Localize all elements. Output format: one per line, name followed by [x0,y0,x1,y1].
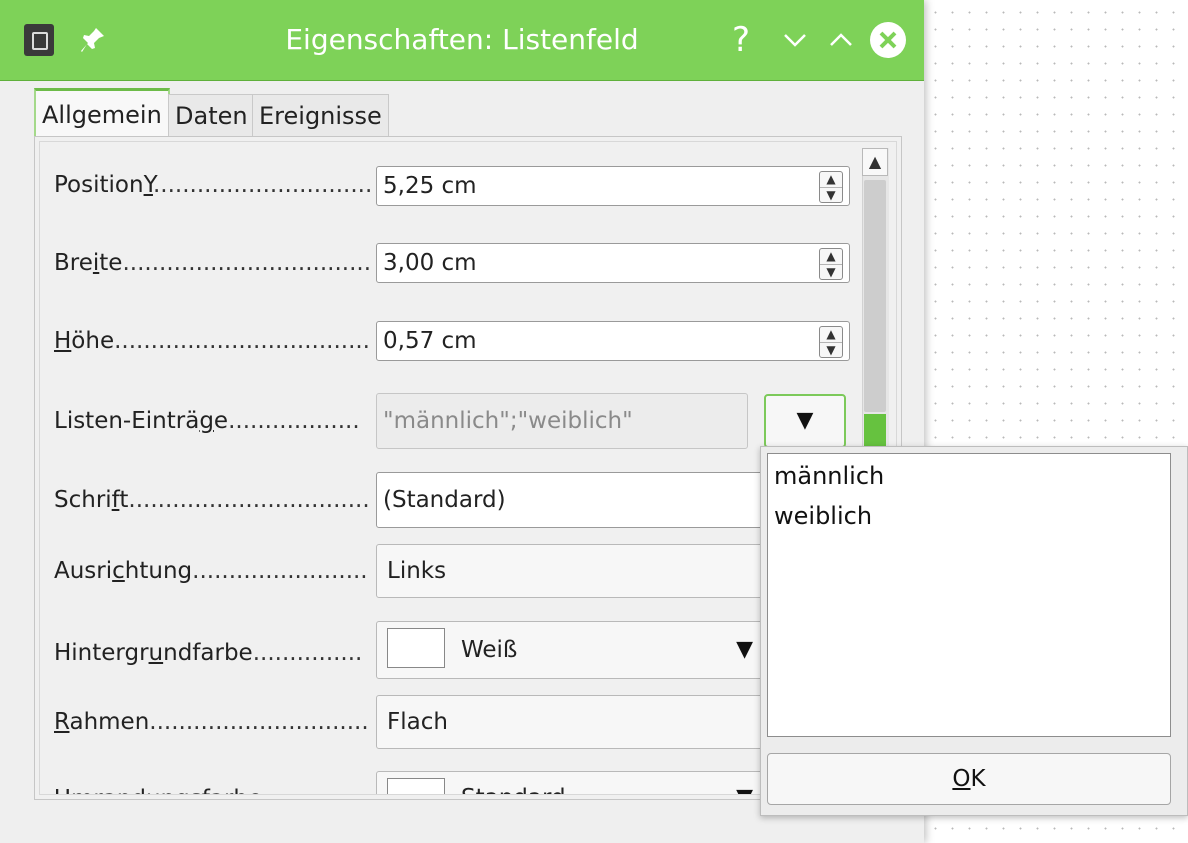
scrollbar-thumb[interactable] [864,180,886,412]
hoehe-label: Höhe....................................… [54,328,370,354]
maximize-icon[interactable] [824,20,858,60]
position-y-label: PositionY............................... [54,172,370,198]
color-swatch [387,778,445,794]
list-entry: weiblich [774,502,873,530]
list-entries-textarea[interactable]: männlich weiblich [767,453,1171,737]
breite-stepper[interactable]: ▲ ▼ [819,248,843,280]
listen-eintraege-field: "männlich";"weiblich" [376,393,748,449]
list-entry: männlich [774,462,885,490]
breite-label: Breite..................................… [54,250,370,276]
breite-value: 3,00 cm [383,250,477,276]
tab-allgemein[interactable]: Allgemein [34,88,170,139]
scroll-up-icon[interactable]: ▲ [862,148,888,176]
color-swatch [387,628,445,668]
listen-eintraege-dropdown-button[interactable]: ▼ [764,394,846,448]
position-y-stepper[interactable]: ▲ ▼ [819,171,843,203]
umrandungsfarbe-value: Standard [461,772,566,794]
hoehe-value: 0,57 cm [383,328,477,354]
breite-field[interactable]: 3,00 cm ▲ ▼ [376,243,850,283]
help-button[interactable]: ? [726,20,756,60]
listen-eintraege-label: Listen-Einträge.................. [54,408,360,434]
dropdown-arrow-icon: ▼ [736,772,753,794]
umrandungsfarbe-select[interactable]: Standard ▼ [376,771,766,794]
title-bar[interactable]: Eigenschaften: Listenfeld ? [0,0,924,81]
rahmen-label: Rahmen..................................… [54,709,370,735]
hoehe-field[interactable]: 0,57 cm ▲ ▼ [376,321,850,361]
stepper-up-icon[interactable]: ▲ [820,172,842,187]
schrift-label: Schrift.................................… [54,487,370,513]
stepper-up-icon[interactable]: ▲ [820,327,842,342]
hintergrundfarbe-value: Weiß [461,637,518,663]
position-y-value: 5,25 cm [383,173,477,199]
tab-daten[interactable]: Daten [168,94,255,137]
hintergrundfarbe-label: Hintergrundfarbe............... [54,640,363,666]
dropdown-arrow-icon: ▼ [796,408,814,433]
position-y-field[interactable]: 5,25 cm ▲ ▼ [376,166,850,206]
stepper-down-icon[interactable]: ▼ [820,187,842,203]
ok-button[interactable]: OK [767,753,1171,805]
list-entries-popup: männlich weiblich OK [760,446,1188,816]
hoehe-stepper[interactable]: ▲ ▼ [819,326,843,358]
stepper-down-icon[interactable]: ▼ [820,264,842,280]
stepper-down-icon[interactable]: ▼ [820,342,842,358]
dropdown-arrow-icon: ▼ [736,637,753,662]
close-icon[interactable] [870,22,906,58]
ausrichtung-label: Ausrichtung........................... [54,558,370,584]
minimize-icon[interactable] [778,20,812,60]
hintergrundfarbe-select[interactable]: Weiß ▼ [376,621,766,679]
umrandungsfarbe-label: Umrandungsfarbe [54,786,370,794]
stepper-up-icon[interactable]: ▲ [820,249,842,264]
tab-ereignisse[interactable]: Ereignisse [252,94,389,137]
